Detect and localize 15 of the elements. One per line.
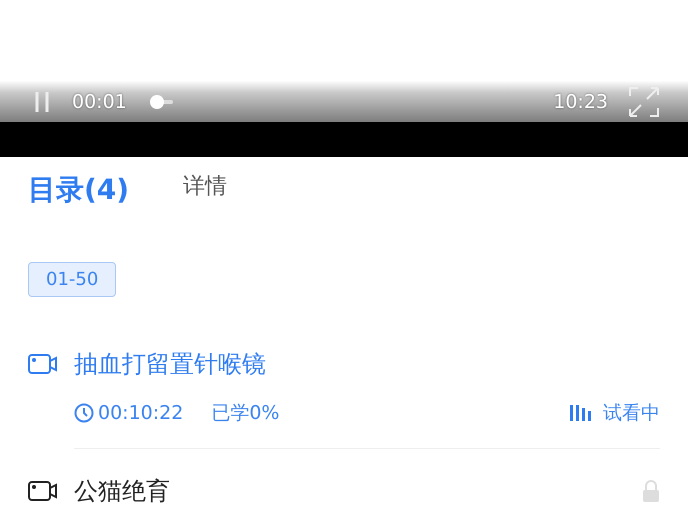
range-chip[interactable]: 01-50 [28, 262, 116, 297]
fullscreen-icon[interactable] [628, 86, 660, 118]
video-camera-icon [28, 353, 58, 375]
equalizer-icon [569, 404, 593, 422]
video-camera-icon [28, 480, 58, 502]
tab[interactable]: 详情 [183, 171, 228, 213]
lesson-title[interactable]: 公猫绝育 [74, 475, 626, 507]
duration-time: 10:23 [553, 91, 608, 113]
lesson-duration: 00:10:22 [98, 402, 184, 424]
lesson-title[interactable]: 抽血打留置针喉镜 [74, 348, 660, 380]
current-time: 00:01 [72, 91, 127, 113]
preview-status: 试看中 [603, 401, 660, 426]
slider-thumb[interactable] [150, 95, 164, 109]
clock-icon [74, 403, 94, 423]
tab[interactable]: 目录(4) [28, 171, 130, 213]
